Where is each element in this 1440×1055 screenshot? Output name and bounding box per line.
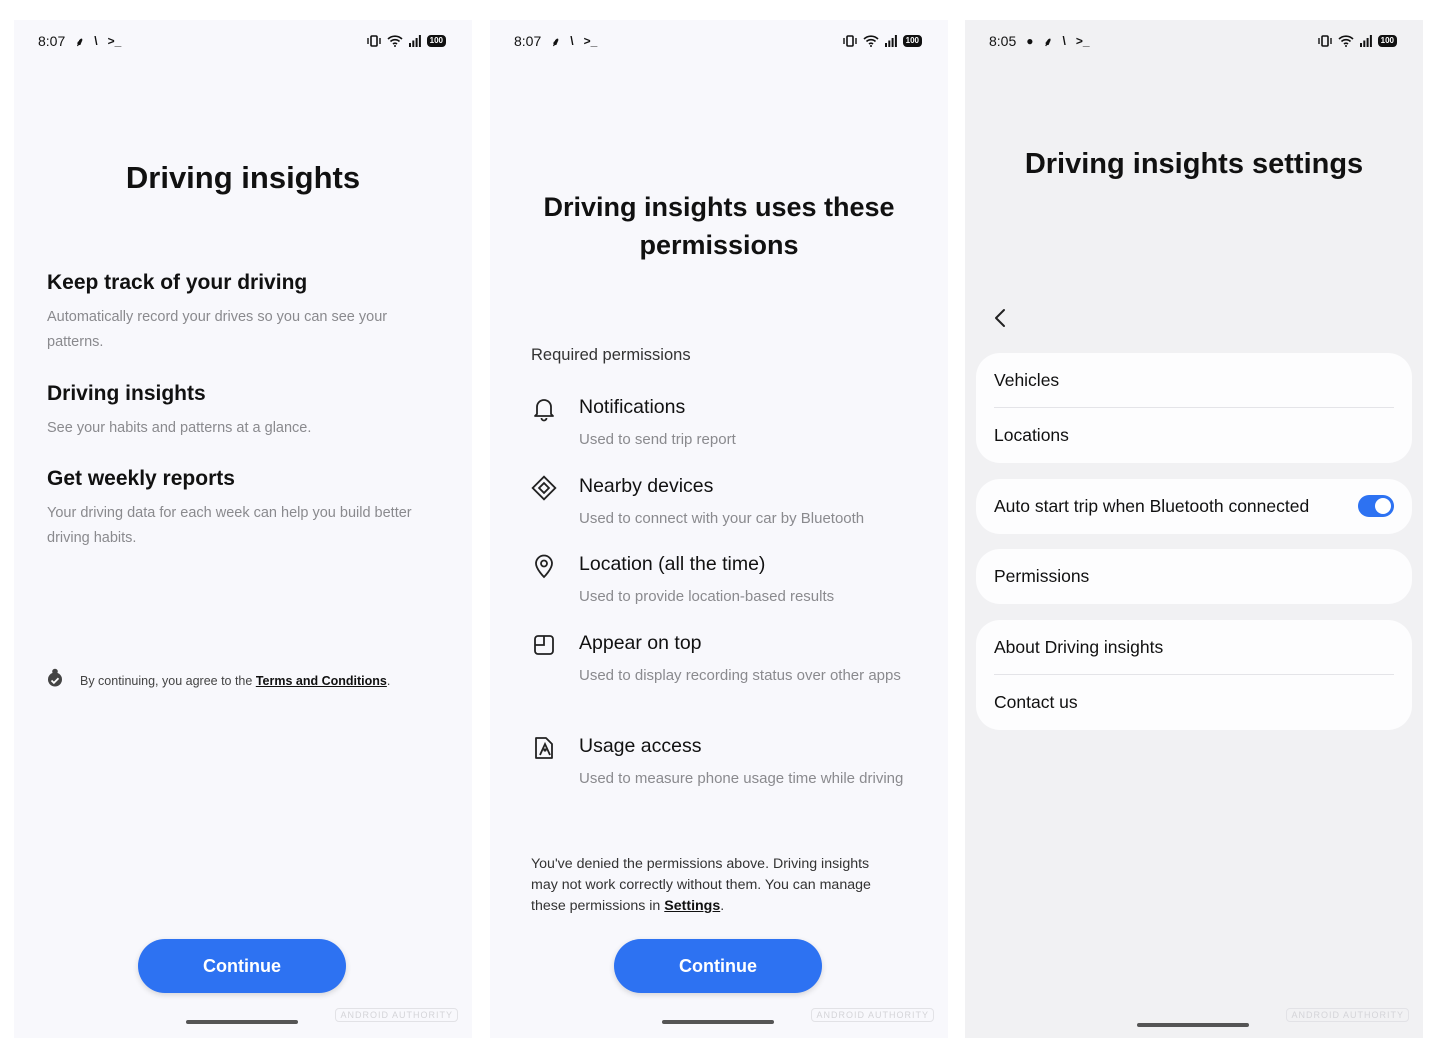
permission-description: Used to measure phone usage time while d… xyxy=(579,770,904,787)
location-pin-icon xyxy=(531,553,557,579)
settings-item-label: Locations xyxy=(994,425,1069,445)
wifi-icon xyxy=(387,35,403,47)
settings-item-label: Permissions xyxy=(994,566,1090,586)
settings-item-contact[interactable]: Contact us xyxy=(976,675,1412,730)
settings-link[interactable]: Settings xyxy=(664,898,720,914)
status-bar: 8:05 ● ⸙ \ >_ 100 xyxy=(989,32,1397,50)
terminal-icon: >_ xyxy=(583,34,598,48)
denied-suffix: . xyxy=(720,898,725,914)
app-notification-icon: \ xyxy=(570,34,574,48)
signal-icon xyxy=(1359,35,1372,47)
app-notification-icon: \ xyxy=(1062,34,1066,48)
app-notification-icon: ⸙ xyxy=(75,34,85,49)
feature-description: Your driving data for each week can help… xyxy=(47,505,412,546)
app-notification-icon: ⸙ xyxy=(1043,34,1053,49)
terms-suffix: . xyxy=(386,673,391,688)
permission-title: Appear on top xyxy=(579,632,702,654)
settings-item-label: Auto start trip when Bluetooth connected xyxy=(994,496,1310,516)
permission-appear-on-top: Appear on top Used to display recording … xyxy=(531,632,908,688)
settings-screen: 8:05 ● ⸙ \ >_ 100 Driving insights setti… xyxy=(965,20,1423,1038)
feature-weekly-reports: Get weekly reports Your driving data for… xyxy=(47,467,442,551)
watermark: ANDROID AUTHORITY xyxy=(335,1008,458,1022)
bell-icon xyxy=(531,396,557,422)
app-notification-icon: ⸙ xyxy=(551,34,561,49)
status-bar: 8:07 ⸙ \ >_ 100 xyxy=(38,32,446,50)
battery-icon: 100 xyxy=(902,35,922,47)
onboarding-screen: 8:07 ⸙ \ >_ 100 Driving insights Keep tr… xyxy=(14,20,472,1038)
settings-item-vehicles[interactable]: Vehicles xyxy=(976,353,1412,408)
battery-icon: 100 xyxy=(426,35,446,47)
permissions-screen: 8:07 ⸙ \ >_ 100 Driving insights uses th… xyxy=(490,20,948,1038)
privacy-person-icon xyxy=(46,668,64,693)
vibrate-icon xyxy=(366,35,381,47)
status-time: 8:07 xyxy=(38,33,66,49)
settings-card-about: About Driving insights Contact us xyxy=(976,620,1412,730)
page-title: Driving insights settings xyxy=(1024,148,1364,180)
permission-title: Notifications xyxy=(579,396,686,418)
settings-card-permissions: Permissions xyxy=(976,549,1412,604)
auto-start-toggle[interactable] xyxy=(1358,495,1394,517)
section-label: Required permissions xyxy=(531,346,691,364)
settings-card-auto-start: Auto start trip when Bluetooth connected xyxy=(976,479,1412,534)
settings-item-permissions[interactable]: Permissions xyxy=(976,549,1412,604)
watermark: ANDROID AUTHORITY xyxy=(811,1008,934,1022)
settings-item-label: Contact us xyxy=(994,692,1078,712)
feature-description: Automatically record your drives so you … xyxy=(47,309,388,350)
gesture-nav-bar[interactable] xyxy=(662,1020,774,1024)
terminal-icon: >_ xyxy=(107,34,122,48)
permission-notifications: Notifications Used to send trip report xyxy=(531,396,908,452)
permission-nearby-devices: Nearby devices Used to connect with your… xyxy=(531,475,908,531)
settings-item-label: Vehicles xyxy=(994,370,1060,390)
permission-title: Location (all the time) xyxy=(579,553,766,575)
app-notification-icon: \ xyxy=(94,34,98,48)
terms-text: By continuing, you agree to the xyxy=(80,673,256,688)
feature-heading: Driving insights xyxy=(47,382,206,405)
permission-title: Nearby devices xyxy=(579,475,714,497)
settings-item-about[interactable]: About Driving insights xyxy=(976,620,1412,675)
battery-icon: 100 xyxy=(1377,35,1397,47)
wifi-icon xyxy=(1338,35,1354,47)
gesture-nav-bar[interactable] xyxy=(1137,1023,1249,1027)
signal-icon xyxy=(884,35,897,47)
settings-item-auto-start[interactable]: Auto start trip when Bluetooth connected xyxy=(976,479,1412,534)
permission-usage-access: Usage access Used to measure phone usage… xyxy=(531,735,908,791)
nearby-devices-icon xyxy=(531,475,557,501)
permission-description: Used to connect with your car by Bluetoo… xyxy=(579,510,865,527)
status-time: 8:05 xyxy=(989,33,1017,49)
page-title: Driving insights xyxy=(125,160,361,195)
permission-location: Location (all the time) Used to provide … xyxy=(531,553,908,609)
feature-track-driving: Keep track of your driving Automatically… xyxy=(47,271,442,355)
vibrate-icon xyxy=(842,35,857,47)
settings-item-locations[interactable]: Locations xyxy=(976,408,1412,463)
wifi-icon xyxy=(863,35,879,47)
permission-title: Usage access xyxy=(579,735,702,757)
permission-description: Used to send trip report xyxy=(579,431,736,448)
page-title: Driving insights uses these permissions xyxy=(543,192,895,260)
cat-icon: ● xyxy=(1026,34,1034,48)
vibrate-icon xyxy=(1317,35,1332,47)
settings-item-label: About Driving insights xyxy=(994,637,1164,657)
back-arrow-icon[interactable] xyxy=(989,306,1013,330)
watermark: ANDROID AUTHORITY xyxy=(1286,1008,1409,1022)
usage-access-icon xyxy=(531,735,557,761)
feature-driving-insights: Driving insights See your habits and pat… xyxy=(47,382,442,441)
status-bar: 8:07 ⸙ \ >_ 100 xyxy=(514,32,922,50)
permission-description: Used to provide location-based results xyxy=(579,588,835,605)
permission-description: Used to display recording status over ot… xyxy=(579,667,901,684)
feature-heading: Keep track of your driving xyxy=(47,271,308,294)
terminal-icon: >_ xyxy=(1075,34,1090,48)
gesture-nav-bar[interactable] xyxy=(186,1020,298,1024)
feature-heading: Get weekly reports xyxy=(47,467,235,490)
appear-on-top-icon xyxy=(531,632,557,658)
signal-icon xyxy=(408,35,421,47)
denied-notice: You've denied the permissions above. Dri… xyxy=(531,854,898,917)
settings-card-vehicles-locations: Vehicles Locations xyxy=(976,353,1412,463)
continue-button[interactable]: Continue xyxy=(614,939,822,993)
continue-button[interactable]: Continue xyxy=(138,939,346,993)
feature-description: See your habits and patterns at a glance… xyxy=(47,420,312,436)
terms-link[interactable]: Terms and Conditions xyxy=(256,674,387,688)
terms-notice: By continuing, you agree to the Terms an… xyxy=(46,668,390,693)
status-time: 8:07 xyxy=(514,33,542,49)
